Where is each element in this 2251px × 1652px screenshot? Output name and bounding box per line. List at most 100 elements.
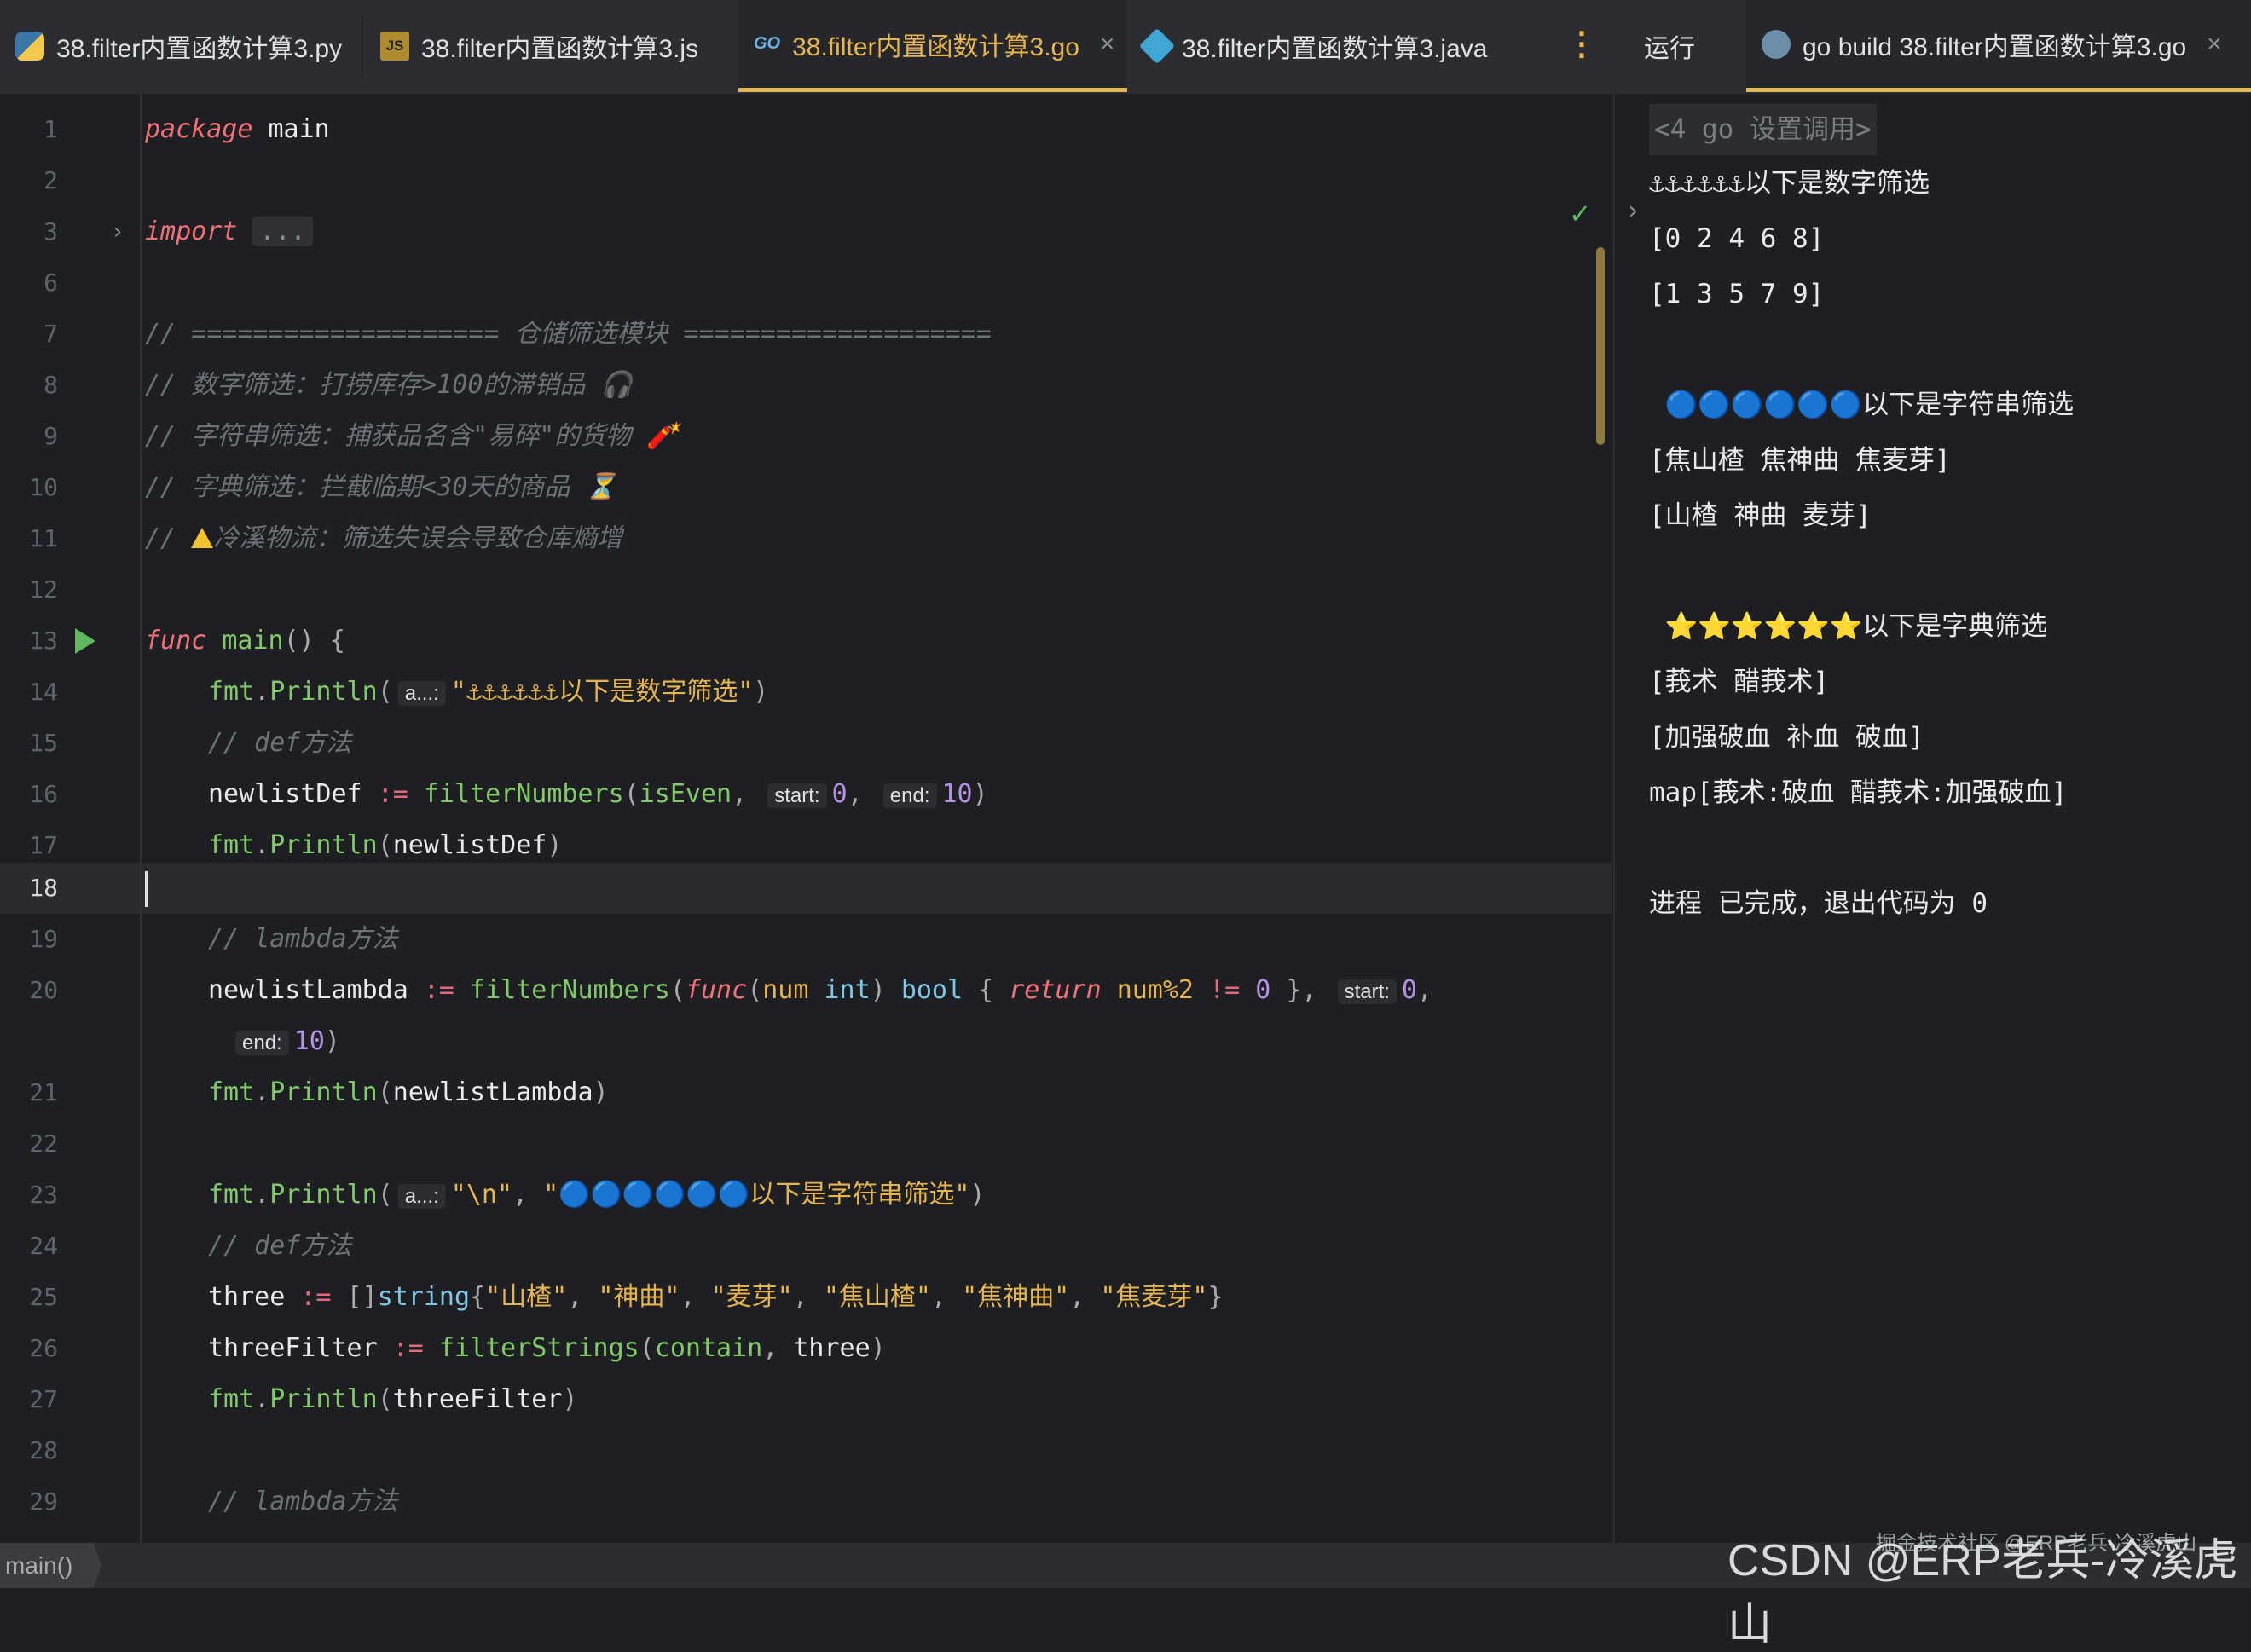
identifier: newlistLambda [208,975,408,1005]
identifier: newlistDef [208,779,362,809]
identifier: contain [654,1333,763,1363]
punctuation: { [470,1282,486,1312]
tab-js-file[interactable]: JS 38.filter内置函数计算3.js [365,0,737,92]
output-line: 🔵🔵🔵🔵🔵🔵以下是字符串筛选 [1649,390,2075,420]
code-line: 12 [0,564,1612,615]
param-hint: end: [235,1031,289,1055]
tab-java-file[interactable]: 38.filter内置函数计算3.java [1129,0,1538,92]
code-line: 15 // def方法 [0,718,1612,769]
function-call: Println [269,830,378,860]
code-editor[interactable]: 1 package main 2 3 › import ... 6 7 // =… [0,94,1612,1543]
tab-label: 38.filter内置函数计算3.java [1182,35,1488,63]
line-number: 11 [29,524,58,552]
string-literal: "麦芽" [710,1282,793,1312]
comment: 冷溪物流：筛选失误会导致仓库熵增 [213,523,623,553]
punctuation: { [978,975,994,1005]
type-name: int [824,975,871,1005]
function-call: filterStrings [438,1333,639,1363]
chevron-right-icon[interactable]: › [111,206,124,257]
output-line: [0 2 4 6 8] [1649,223,1825,254]
package-ref: fmt [208,1180,255,1210]
punctuation: , [792,1282,808,1312]
keyword: return [1009,975,1102,1005]
run-config-label: go build 38.filter内置函数计算3.go [1803,32,2187,61]
output-line: <4 go 设置调用> [1649,104,1877,155]
current-line[interactable]: 18 [0,863,1612,914]
close-icon[interactable]: × [1100,30,1115,59]
javascript-icon: JS [380,32,409,61]
punctuation: ( [377,1077,393,1107]
checkmark-icon[interactable]: ✓ [1571,196,1589,231]
close-icon[interactable]: × [2207,30,2222,59]
output-line: map[莪术:破血 醋莪术:加强破血] [1649,777,2068,808]
operator: := [392,1333,424,1363]
function-call: Println [269,1180,378,1210]
punctuation: ) [870,975,886,1005]
punctuation: ) [324,1026,340,1056]
punctuation: , [762,1333,778,1363]
punctuation: ( [747,975,763,1005]
breadcrumb[interactable]: main() [0,1543,102,1588]
code-line: 2 [0,155,1612,206]
comment: // 数字筛选：打捞库存>100的滞销品 🎧 [145,370,633,400]
operator: := [423,975,454,1005]
punctuation: ( [377,1384,393,1414]
punctuation: , [732,779,748,809]
code-line: 24 // def方法 [0,1221,1612,1272]
code-line: 27 fmt.Println(threeFilter) [0,1374,1612,1425]
identifier: main [268,114,330,144]
punctuation: ) [969,1180,986,1210]
chevron-right-icon[interactable]: › [1625,196,1641,226]
tab-run[interactable]: 运行 [1629,0,1756,92]
punctuation: ) [870,1333,886,1363]
number-literal: 0 [1401,975,1417,1005]
line-number: 19 [29,925,58,953]
keyword: import [145,217,238,246]
code-line: 9 // 字符串筛选：捕获品名含"易碎"的货物 🧨 [0,411,1612,462]
punctuation: ( [377,1180,393,1210]
function-call: filterNumbers [423,779,624,809]
line-number: 22 [29,1129,58,1158]
punctuation: ( [639,1333,655,1363]
function-call: filterNumbers [470,975,670,1005]
line-number: 15 [29,729,58,757]
comment: // lambda方法 [208,924,398,954]
line-number: 9 [43,422,58,450]
comment: // lambda方法 [208,1487,398,1516]
output-line: [山楂 神曲 麦芽] [1649,500,1872,531]
punctuation: , [931,1282,947,1312]
code-line: 19 // lambda方法 [0,914,1612,965]
line-number: 28 [29,1436,58,1464]
gutter-divider [140,94,142,1543]
punctuation: ) [753,677,769,707]
string-literal: "\n" [450,1180,513,1210]
code-line: 25 three := []string{"山楂", "神曲", "麦芽", "… [0,1272,1612,1323]
line-number: 6 [43,269,58,297]
keyword: func [145,626,207,656]
param-hint: a...: [397,681,446,706]
line-number: 12 [29,575,58,604]
run-gutter-icon[interactable] [75,628,95,654]
tab-py-file[interactable]: 38.filter内置函数计算3.py [0,0,358,92]
run-output-panel[interactable]: › <4 go 设置调用> ⚓⚓⚓⚓⚓⚓以下是数字筛选 [0 2 4 6 8] … [1613,94,2251,1543]
more-tabs-icon[interactable]: ⋮ [1565,27,1598,60]
punctuation: } [1286,975,1302,1005]
code-line: 7 // ==================== 仓储筛选模块 =======… [0,309,1612,360]
comment: // [145,523,192,553]
editor-scrollbar[interactable] [1596,247,1605,445]
tab-run-config[interactable]: go build 38.filter内置函数计算3.go × [1746,0,2251,92]
line-number: 13 [29,627,58,655]
comment: // def方法 [208,728,352,758]
expression: num%2 [1116,975,1194,1005]
punctuation: , [847,779,863,809]
code-line: 8 // 数字筛选：打捞库存>100的滞销品 🎧 [0,360,1612,411]
package-ref: fmt [208,1384,255,1414]
tab-go-file[interactable]: GO 38.filter内置函数计算3.go × [738,0,1127,92]
line-number: 23 [29,1181,58,1209]
string-literal: "神曲" [598,1282,680,1312]
folded-region[interactable]: ... [252,217,313,246]
param-hint: end: [882,783,937,808]
type-name: bool [900,975,963,1005]
operator: := [377,779,408,809]
punctuation: ) [562,1384,578,1414]
